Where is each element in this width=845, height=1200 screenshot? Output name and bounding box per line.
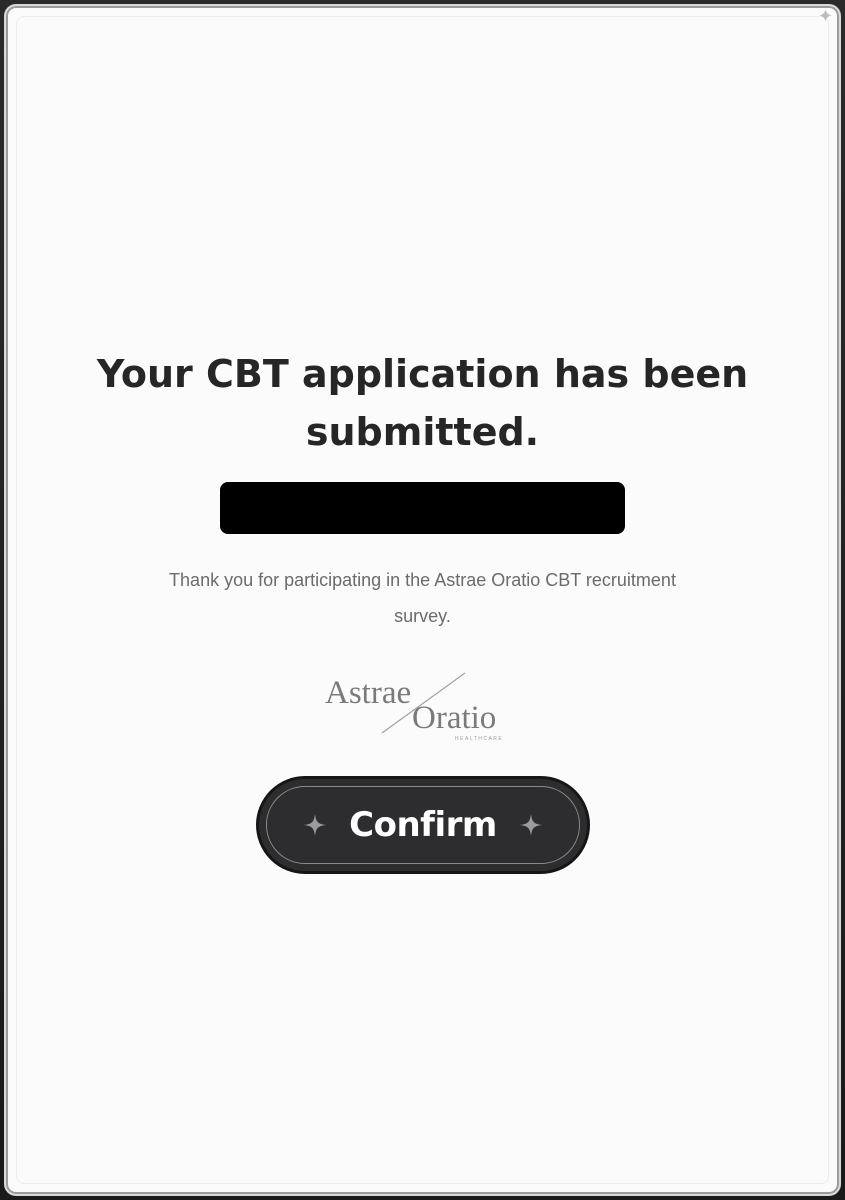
logo-tagline: HEALTHCARE bbox=[455, 736, 503, 742]
thank-you-message: Thank you for participating in the Astra… bbox=[169, 570, 676, 626]
redacted-block bbox=[220, 482, 625, 534]
logo-word-1: Astrae bbox=[325, 675, 411, 711]
corner-sparkle-icon: ✦ bbox=[817, 6, 833, 27]
sparkle-icon bbox=[520, 814, 542, 836]
page-title: Your CBT application has been submitted. bbox=[96, 352, 749, 454]
confirm-button[interactable]: Confirm bbox=[256, 776, 590, 874]
logo-word-2: Oratio bbox=[412, 700, 496, 736]
astrae-oratio-logo: Astrae Oratio HEALTHCARE bbox=[325, 672, 503, 742]
